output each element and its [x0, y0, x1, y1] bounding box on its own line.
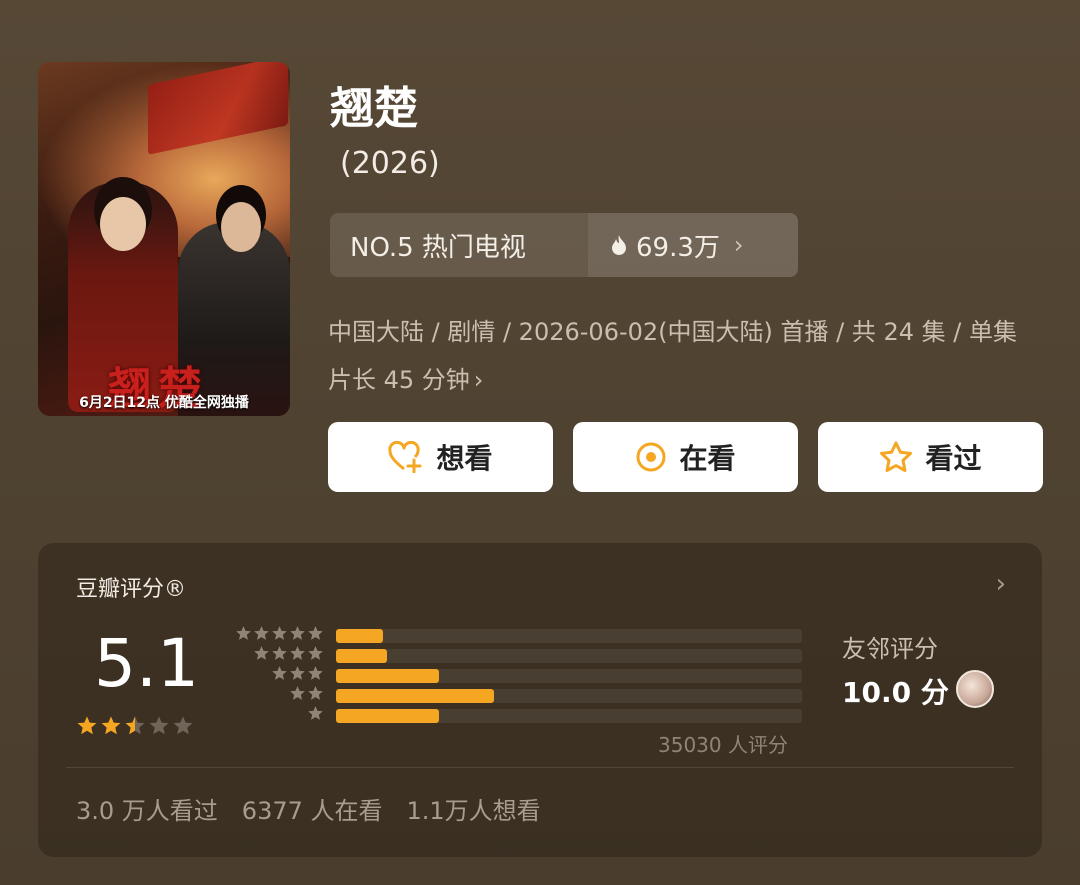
meta-info[interactable]: 中国大陆 / 剧情 / 2026-06-02(中国大陆) 首播 / 共 24 集…	[328, 308, 1018, 404]
heart-plus-icon	[388, 441, 422, 473]
distribution-star-row	[228, 645, 324, 665]
chevron-right-icon: ›	[473, 366, 484, 394]
heat-value: 69.3万	[636, 232, 720, 263]
chevron-right-icon[interactable]: ›	[996, 569, 1006, 599]
star-empty-icon	[149, 716, 169, 735]
friend-rating-score: 10.0 分	[842, 676, 949, 709]
star-small-icon	[290, 686, 305, 700]
star-outline-icon	[880, 441, 913, 472]
poster-head-right	[221, 202, 261, 252]
star-filled-icon	[77, 716, 97, 735]
target-icon	[636, 442, 666, 472]
divider	[66, 767, 1014, 768]
score-stars	[76, 715, 194, 737]
distribution-bar-track	[336, 709, 802, 723]
distribution-star-row	[228, 705, 324, 725]
rating-heading: 豆瓣评分®	[76, 577, 187, 602]
distribution-bar-track	[336, 629, 802, 643]
watched-count: 3.0 万人看过	[76, 797, 218, 825]
star-small-icon	[308, 626, 323, 640]
poster-caption: 6月2日12点 优酷全网独播	[79, 395, 249, 411]
want-to-watch-button[interactable]: 想看	[328, 422, 553, 492]
rating-count: 35030 人评分	[658, 733, 788, 757]
heat-section[interactable]: 69.3万 ›	[588, 213, 798, 277]
star-small-icon	[308, 706, 323, 720]
distribution-bar-fill	[336, 629, 383, 643]
star-empty-icon	[173, 716, 193, 735]
star-small-icon	[290, 646, 305, 660]
flame-icon	[612, 235, 626, 255]
star-small-icon	[272, 626, 287, 640]
star-small-icon	[308, 646, 323, 660]
distribution-star-labels	[228, 625, 324, 725]
distribution-star-row	[228, 685, 324, 705]
distribution-bar-track	[336, 649, 802, 663]
poster-head-left	[100, 197, 146, 251]
star-small-icon	[254, 646, 269, 660]
rank-pill[interactable]: NO.5 热门电视 69.3万 ›	[330, 213, 798, 277]
watching-label: 在看	[679, 442, 736, 475]
distribution-star-row	[228, 665, 324, 685]
star-small-icon	[308, 686, 323, 700]
rank-label: NO.5 热门电视	[350, 232, 526, 263]
rating-score: 5.1	[94, 625, 199, 702]
distribution-bar-track	[336, 689, 802, 703]
distribution-star-row	[228, 625, 324, 645]
watched-label: 看过	[925, 442, 982, 475]
rating-distribution-bars	[336, 629, 802, 729]
star-small-icon	[308, 666, 323, 680]
meta-text: 中国大陆 / 剧情 / 2026-06-02(中国大陆) 首播 / 共 24 集…	[328, 318, 1018, 394]
star-small-icon	[254, 626, 269, 640]
distribution-bar-fill	[336, 669, 439, 683]
friend-rating-label: 友邻评分	[842, 635, 938, 663]
star-half-icon	[125, 716, 145, 735]
page-title: 翘楚	[330, 83, 418, 134]
star-small-icon	[236, 626, 251, 640]
distribution-bar-track	[336, 669, 802, 683]
watching-count: 6377 人在看	[241, 797, 383, 825]
distribution-bar-fill	[336, 689, 495, 703]
rating-card[interactable]: 豆瓣评分® › 5.1 35030 人评分 友邻评分 10.0 分 3.0 万人…	[38, 543, 1042, 857]
watch-stats: 3.0 万人看过 6377 人在看 1.1万人想看	[76, 791, 541, 826]
distribution-bar-fill	[336, 709, 439, 723]
release-year: (2026)	[340, 146, 440, 181]
star-small-icon	[272, 646, 287, 660]
avatar[interactable]	[956, 670, 994, 708]
want-to-watch-label: 想看	[436, 442, 493, 475]
poster-image[interactable]: 翘楚 6月2日12点 优酷全网独播	[38, 62, 290, 416]
action-bar: 想看 在看 看过	[328, 422, 1043, 492]
want-to-watch-count: 1.1万人想看	[406, 797, 541, 825]
star-filled-icon	[101, 716, 121, 735]
chevron-right-icon: ›	[733, 231, 744, 259]
star-small-icon	[290, 626, 305, 640]
star-small-icon	[290, 666, 305, 680]
watching-button[interactable]: 在看	[573, 422, 798, 492]
star-small-icon	[272, 666, 287, 680]
distribution-bar-fill	[336, 649, 388, 663]
watched-button[interactable]: 看过	[818, 422, 1043, 492]
